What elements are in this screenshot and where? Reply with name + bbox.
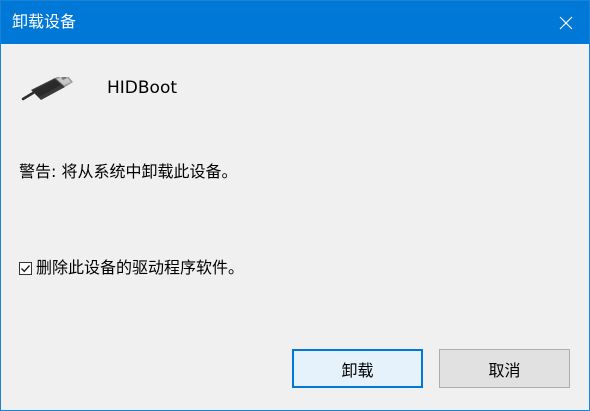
delete-driver-label[interactable]: 删除此设备的驱动程序软件。 [36,257,244,279]
close-icon [559,16,573,29]
device-name: HIDBoot [107,78,178,98]
usb-plug-icon [21,73,73,107]
delete-driver-option[interactable]: 删除此设备的驱动程序软件。 [19,257,244,279]
dialog-title: 卸载设备 [12,12,77,31]
uninstall-device-dialog: 卸载设备 HIDBoot 警告: 将从系统中卸载此设备。 删除此设备的驱动程序软… [0,0,590,411]
checkmark-icon [21,264,31,272]
delete-driver-checkbox[interactable] [19,261,32,275]
warning-message: 警告: 将从系统中卸载此设备。 [19,162,238,181]
close-button[interactable] [543,1,589,44]
cancel-button[interactable]: 取消 [439,349,570,388]
title-bar[interactable]: 卸载设备 [1,1,589,44]
uninstall-button[interactable]: 卸载 [292,349,423,388]
